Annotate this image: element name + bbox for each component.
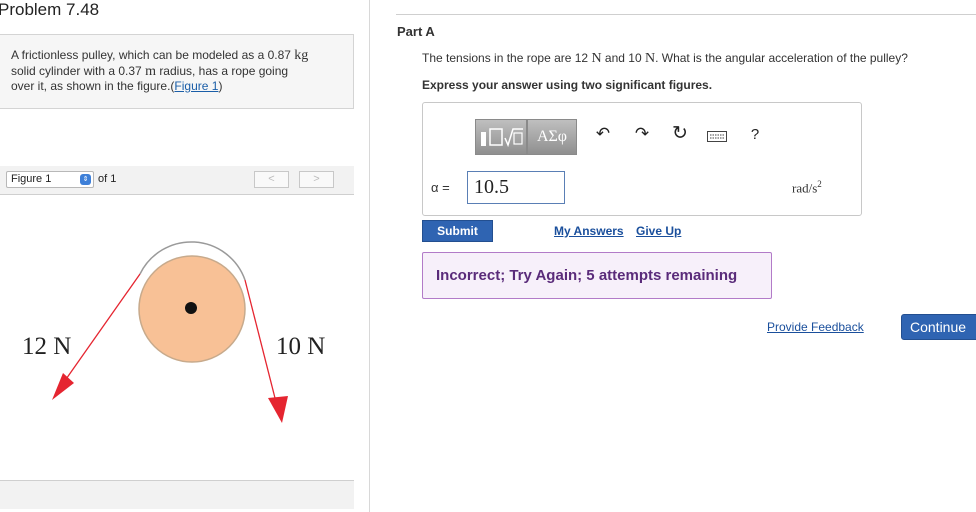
unit-exponent: 2	[817, 179, 822, 189]
question-text: The tensions in the rope are 12 N and 10…	[422, 51, 908, 67]
figure-selector-value: Figure 1	[11, 173, 52, 185]
template-button[interactable]	[475, 119, 527, 155]
statement-text: over it, as shown in the figure.(	[11, 79, 175, 93]
unit-newton: N	[644, 51, 656, 66]
arrow-left-icon	[52, 373, 74, 400]
chevron-updown-icon: ⇕	[80, 174, 91, 185]
unit-m: m	[145, 63, 156, 79]
right-tension-label: 10 N	[276, 333, 325, 360]
statement-text: radius, has a rope going	[159, 63, 289, 78]
statement-text: solid cylinder with a 0.37	[11, 63, 142, 78]
problem-statement: A frictionless pulley, which can be mode…	[11, 48, 346, 94]
instruction-text: Express your answer using two significan…	[422, 78, 713, 92]
provide-feedback-link[interactable]: Provide Feedback	[767, 320, 864, 334]
answer-unit: rad/s2	[792, 179, 822, 196]
question-segment: . What is the angular acceleration of th…	[655, 51, 908, 65]
my-answers-link[interactable]: My Answers	[554, 224, 624, 238]
answer-variable-label: α =	[431, 180, 450, 195]
part-label: Part A	[397, 24, 435, 39]
feedback-message: Incorrect; Try Again; 5 attempts remaini…	[436, 267, 738, 284]
next-figure-button[interactable]: >	[299, 171, 334, 188]
unit-text: rad/s	[792, 180, 818, 196]
redo-icon[interactable]: ↷	[632, 124, 652, 144]
column-divider	[369, 0, 370, 512]
submit-button[interactable]: Submit	[422, 220, 493, 242]
figure-link[interactable]: Figure 1	[174, 79, 218, 93]
arrow-right-icon	[268, 396, 288, 423]
left-tension-label: 12 N	[22, 333, 71, 360]
keyboard-icon[interactable]	[707, 131, 727, 142]
pulley-figure: 12 N 10 N	[22, 241, 325, 423]
greek-symbols-button[interactable]: ΑΣφ	[527, 119, 577, 155]
statement-text: A frictionless pulley, which can be mode…	[11, 48, 291, 62]
problem-title: Problem 7.48	[0, 0, 100, 19]
question-segment: The tensions in the rope are 12	[422, 51, 589, 65]
template-icon	[481, 128, 523, 148]
rope-right	[244, 279, 277, 403]
undo-icon[interactable]: ↶	[593, 124, 613, 144]
part-divider	[396, 14, 976, 15]
help-icon[interactable]: ?	[745, 126, 765, 143]
give-up-link[interactable]: Give Up	[636, 224, 681, 238]
equation-toolbar: ΑΣφ	[475, 119, 577, 155]
continue-button[interactable]: Continue	[901, 314, 976, 340]
pulley-axle	[185, 302, 197, 314]
reset-icon[interactable]: ↻	[670, 122, 690, 145]
answer-input[interactable]: 10.5	[467, 171, 565, 204]
figure-selector[interactable]: Figure 1 ⇕	[6, 171, 94, 188]
question-segment: and 10	[604, 51, 642, 65]
figure-count: of 1	[98, 173, 117, 185]
figure-footer	[0, 480, 354, 509]
rope-left	[63, 273, 141, 383]
unit-newton: N	[591, 51, 602, 66]
prev-figure-button[interactable]: <	[254, 171, 289, 188]
statement-text: )	[218, 79, 223, 93]
unit-kg: kg	[294, 48, 309, 63]
